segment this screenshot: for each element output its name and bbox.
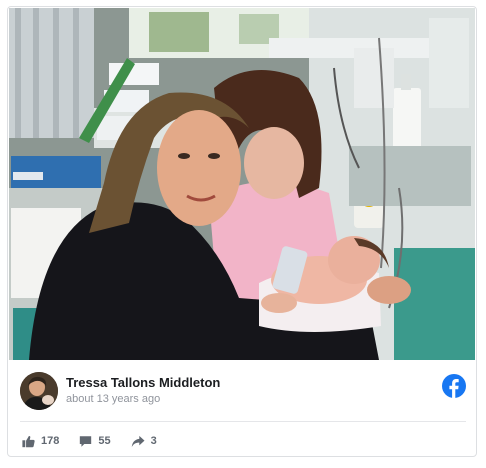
embedded-post-card: Tressa Tallons Middleton about 13 years … — [7, 6, 477, 457]
comment-stat[interactable]: 55 — [79, 435, 111, 448]
like-count: 178 — [41, 435, 60, 447]
share-count: 3 — [150, 435, 157, 447]
avatar-photo — [20, 372, 58, 410]
comment-icon — [80, 435, 92, 447]
post-timestamp[interactable]: about 13 years ago — [66, 393, 160, 405]
comment-count: 55 — [98, 435, 111, 447]
share-stat[interactable]: 3 — [131, 435, 157, 448]
stats-divider — [20, 421, 466, 422]
facebook-logo-icon[interactable] — [442, 374, 466, 398]
share-icon — [131, 435, 145, 447]
post-photo[interactable] — [9, 8, 475, 360]
hospital-family-photo — [9, 8, 475, 360]
post-author-row: Tressa Tallons Middleton about 13 years … — [20, 371, 466, 411]
post-stats: 178 55 3 — [22, 433, 177, 449]
author-name[interactable]: Tressa Tallons Middleton — [66, 375, 220, 390]
author-avatar[interactable] — [20, 372, 58, 410]
like-stat[interactable]: 178 — [22, 435, 59, 448]
like-icon — [22, 435, 35, 447]
